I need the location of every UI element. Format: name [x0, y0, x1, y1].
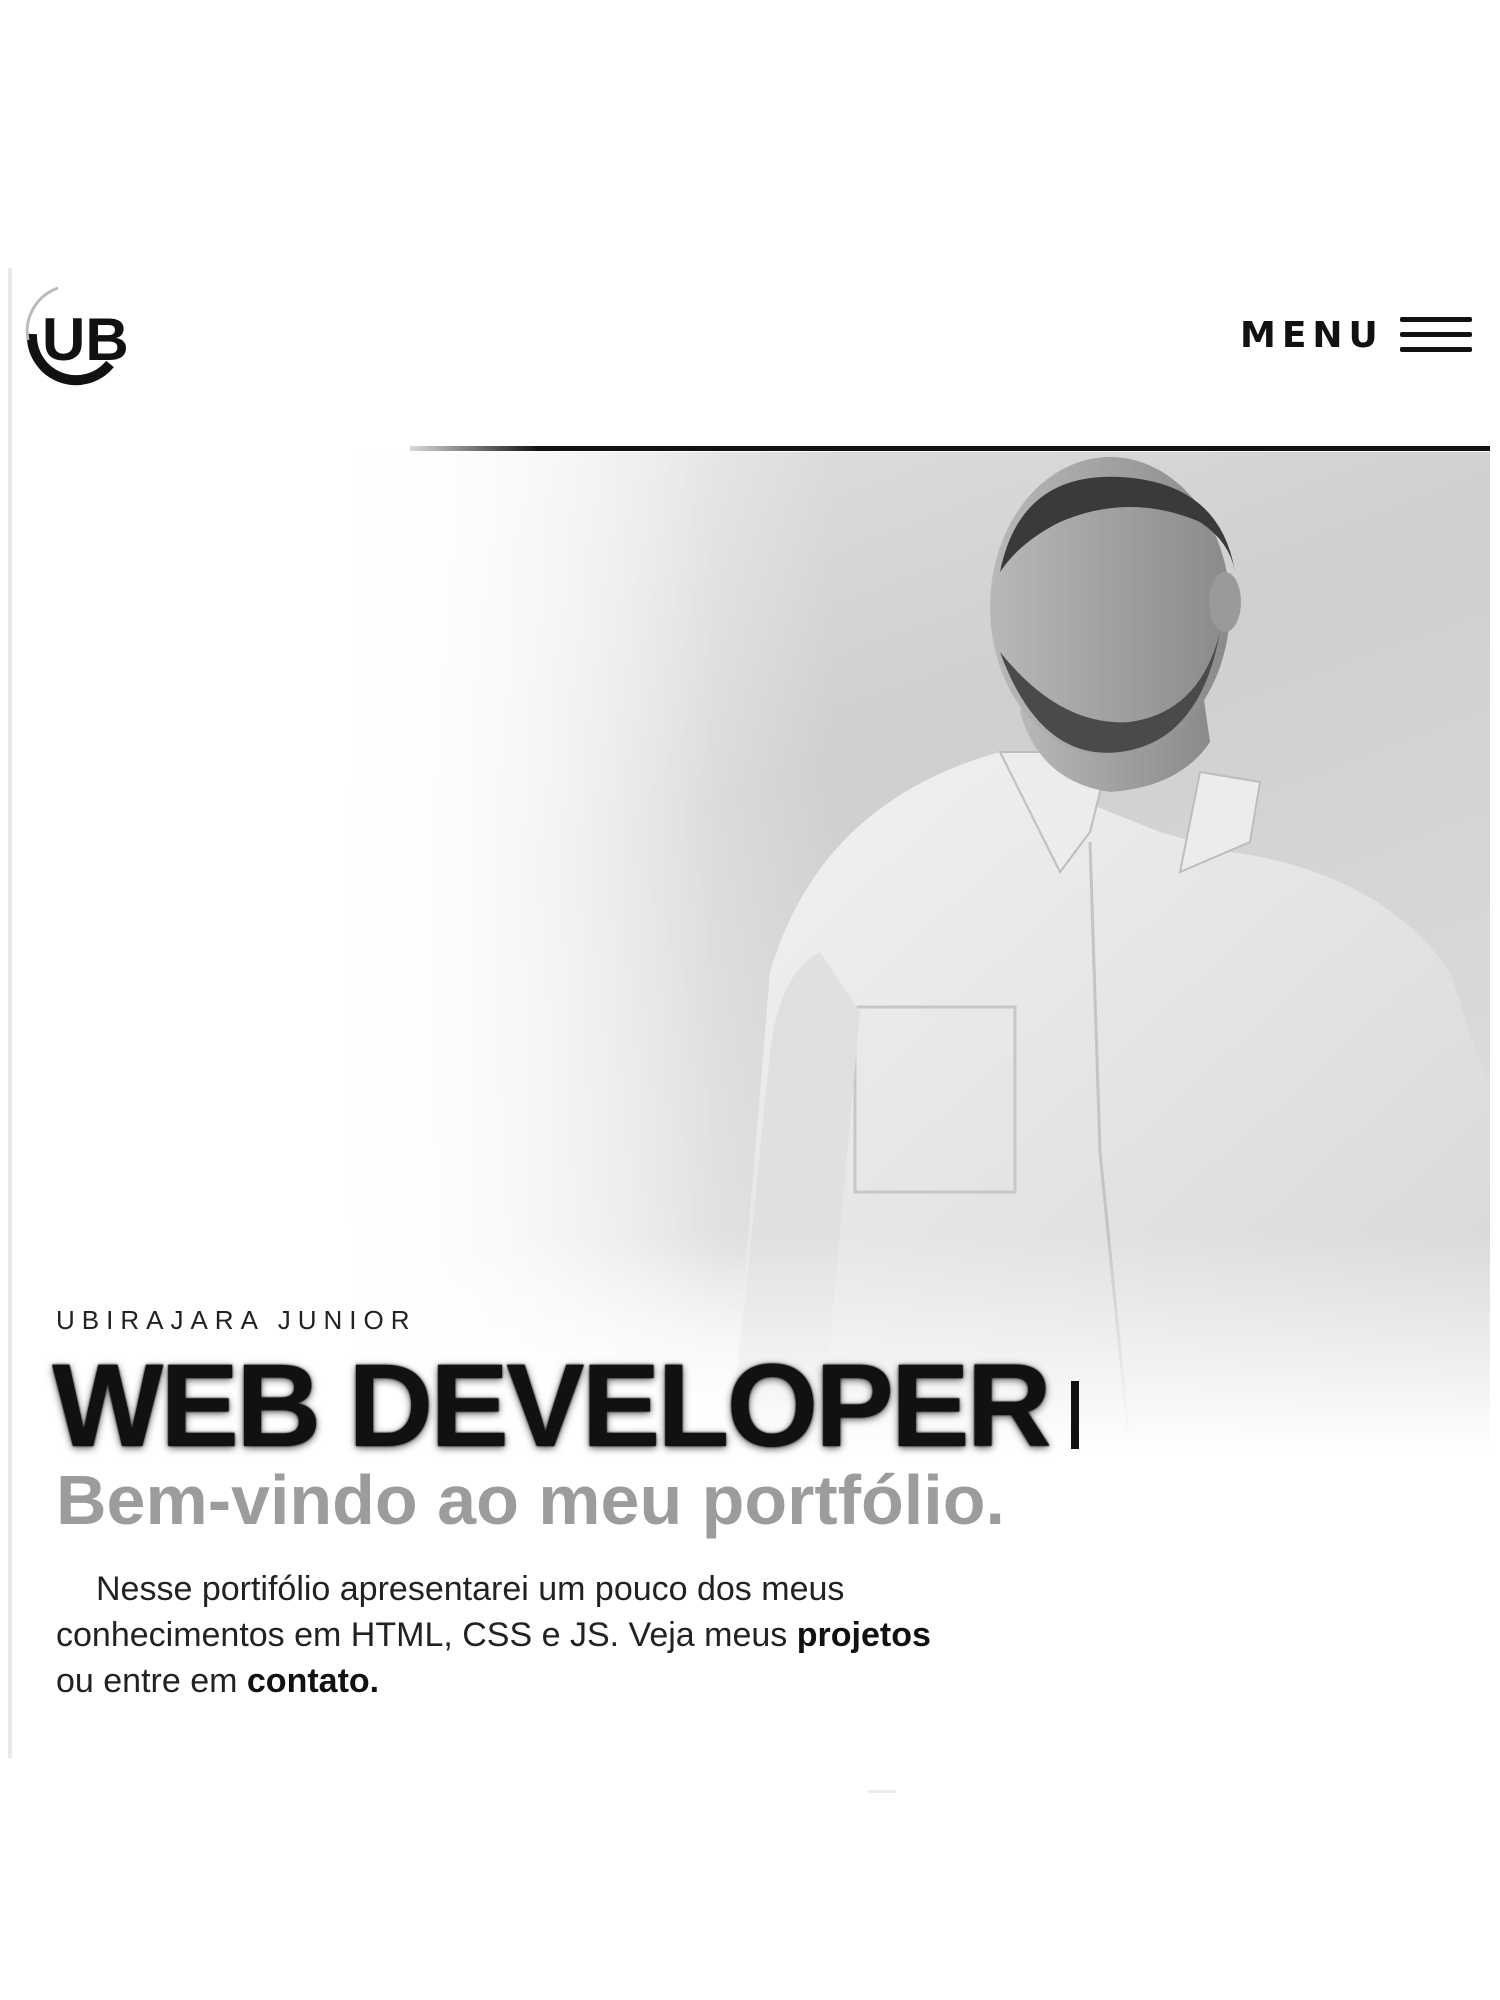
hamburger-icon — [1399, 313, 1472, 357]
logo-icon: UB — [22, 284, 129, 386]
typing-cursor — [1070, 1380, 1079, 1449]
intro-line-2: conhecimentos em HTML, CSS e JS. Veja me… — [56, 1616, 797, 1654]
header-divider — [410, 446, 1490, 451]
projects-link[interactable]: projetos — [797, 1616, 931, 1654]
decorative-mark — [868, 1790, 896, 1793]
hero-headline: WEB DEVELOPER — [52, 1338, 1079, 1474]
intro-line-3: ou entre em — [56, 1662, 247, 1700]
hero-photo — [300, 452, 1490, 1452]
headline-text: WEB DEVELOPER — [52, 1340, 1052, 1472]
menu-button[interactable]: MENU — [1240, 300, 1472, 370]
hero-subtitle: UBIRAJARA JUNIOR — [56, 1305, 417, 1335]
contact-link[interactable]: contato. — [247, 1662, 379, 1700]
ub-logo[interactable]: UB — [18, 280, 129, 388]
logo-text: UB — [42, 306, 126, 373]
welcome-heading: Bem-vindo ao meu portfólio. — [56, 1461, 1005, 1539]
intro-paragraph: Nesse portifólio apresentarei um pouco d… — [56, 1566, 1036, 1704]
menu-label: MENU — [1240, 314, 1384, 356]
portrait-illustration — [300, 452, 1490, 1452]
intro-line-1: Nesse portifólio apresentarei um pouco d… — [96, 1570, 845, 1608]
